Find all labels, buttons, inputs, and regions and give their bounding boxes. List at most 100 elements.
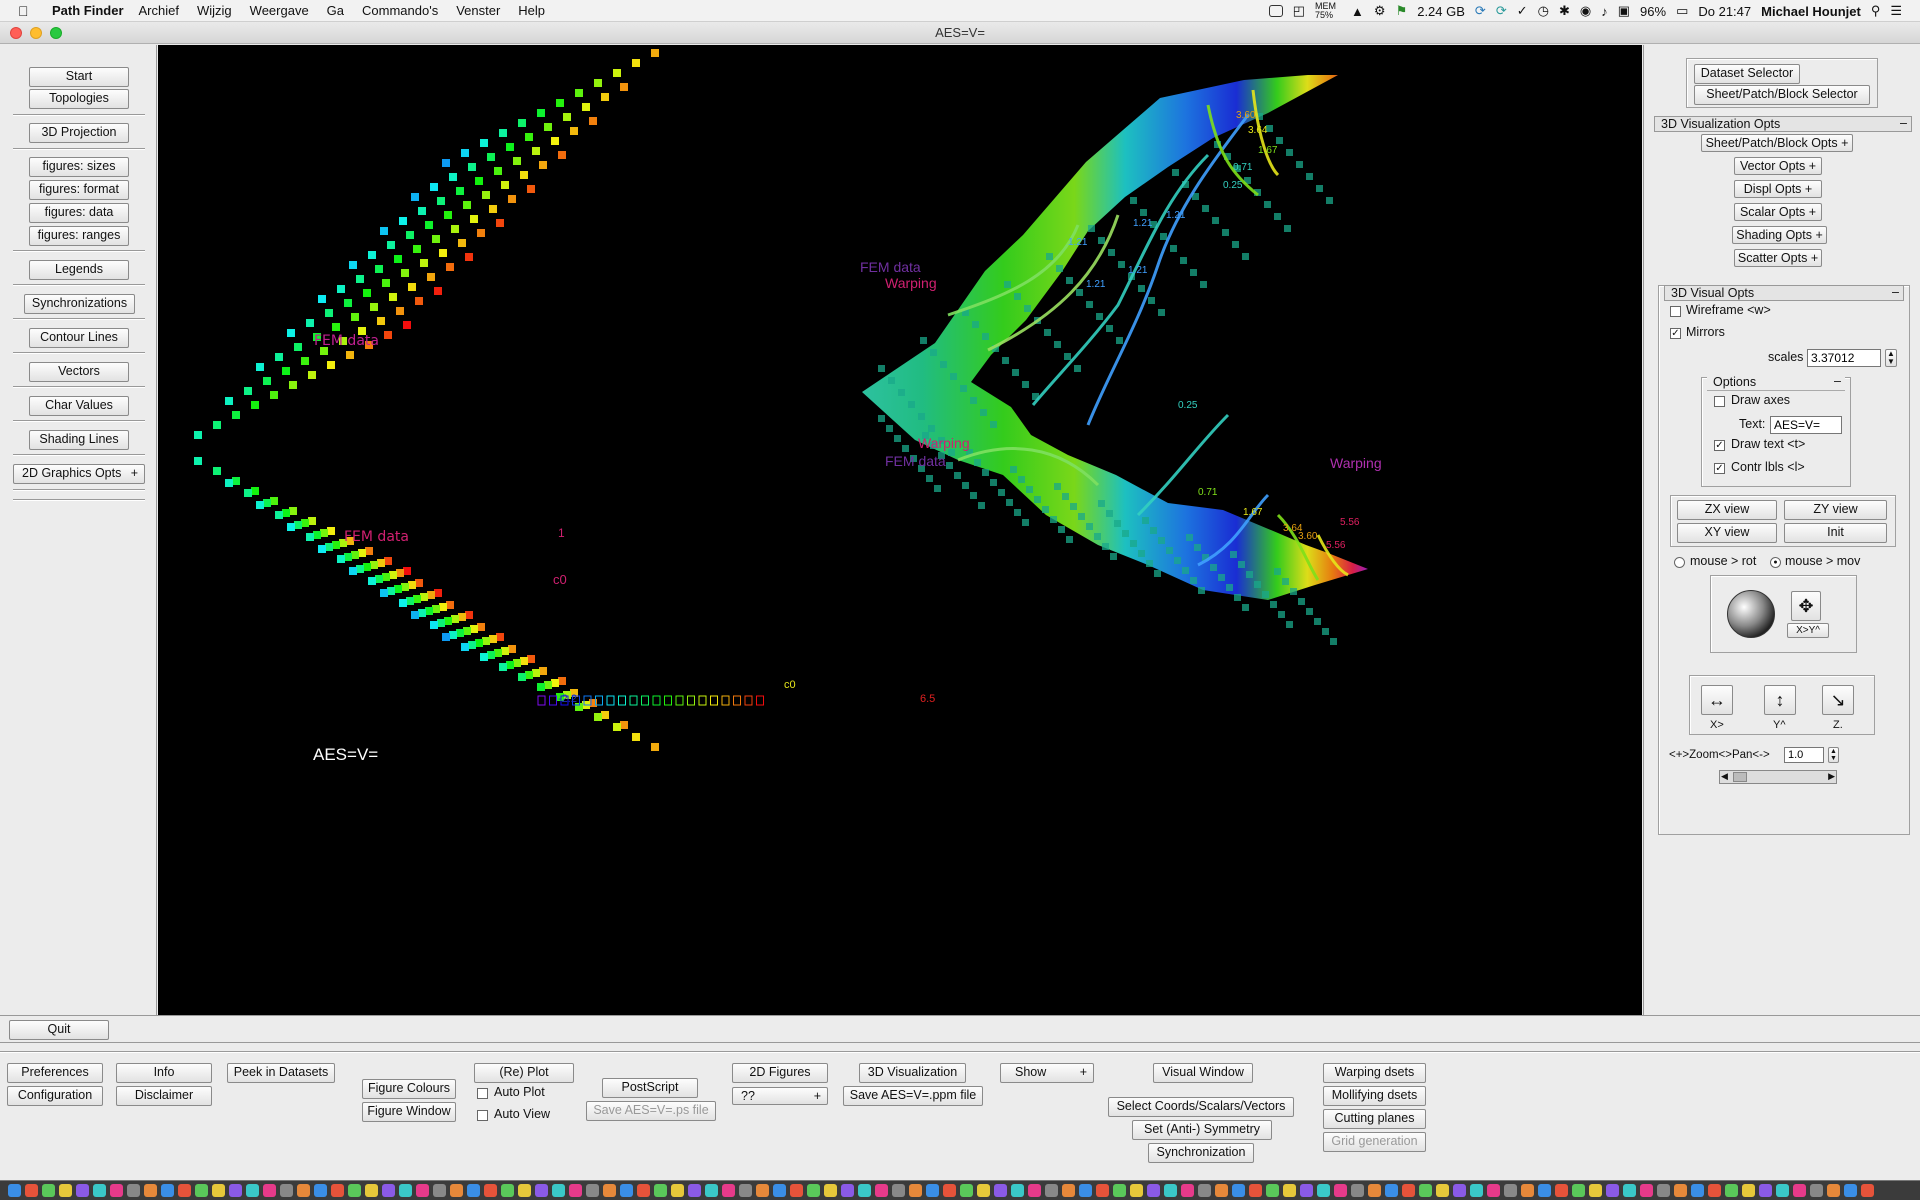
figure-colours-button[interactable]: Figure Colours — [362, 1079, 456, 1099]
dock-app-icon[interactable] — [1113, 1184, 1126, 1197]
qq-dropdown[interactable]: ?? + — [732, 1087, 828, 1105]
dock-app-icon[interactable] — [1844, 1184, 1857, 1197]
text-input[interactable] — [1770, 416, 1842, 434]
pan-scrollbar[interactable]: ◀ ▶ — [1719, 770, 1837, 784]
dock-app-icon[interactable] — [127, 1184, 140, 1197]
vector-opts-button[interactable]: Vector Opts + — [1734, 157, 1822, 175]
dock-app-icon[interactable] — [909, 1184, 922, 1197]
y-axis-button[interactable]: ↕ — [1764, 685, 1796, 715]
vectors-button[interactable]: Vectors — [29, 362, 129, 382]
dock-app-icon[interactable] — [637, 1184, 650, 1197]
quit-button[interactable]: Quit — [9, 1020, 109, 1040]
auto-plot-checkbox[interactable] — [477, 1088, 488, 1099]
dock-app-icon[interactable] — [1266, 1184, 1279, 1197]
options-header[interactable]: Options – — [1707, 374, 1845, 391]
dock-app-icon[interactable] — [1827, 1184, 1840, 1197]
dock-app-icon[interactable] — [195, 1184, 208, 1197]
dock-app-icon[interactable] — [943, 1184, 956, 1197]
dock-app-icon[interactable] — [858, 1184, 871, 1197]
visualization-3d-button[interactable]: 3D Visualization — [859, 1063, 966, 1083]
dock-app-icon[interactable] — [484, 1184, 497, 1197]
volume-icon[interactable]: ♪ — [1601, 4, 1608, 19]
dock-app-icon[interactable] — [807, 1184, 820, 1197]
dock-app-icon[interactable] — [450, 1184, 463, 1197]
zoom-stepper[interactable]: ▲ ▼ — [1828, 747, 1839, 763]
dock-app-icon[interactable] — [178, 1184, 191, 1197]
clock[interactable]: Do 21:47 — [1698, 4, 1751, 19]
shading-lines-button[interactable]: Shading Lines — [29, 430, 129, 450]
warning-icon[interactable]: ▲ — [1351, 4, 1364, 19]
visual-window-button[interactable]: Visual Window — [1153, 1063, 1253, 1083]
sheet-selector-button[interactable]: Sheet/Patch/Block Selector — [1694, 85, 1870, 105]
display-icon[interactable]: ▣ — [1618, 3, 1630, 19]
projection-3d-button[interactable]: 3D Projection — [29, 123, 129, 143]
dock-app-icon[interactable] — [569, 1184, 582, 1197]
dataset-selector-button[interactable]: Dataset Selector — [1694, 64, 1800, 84]
figures-data-button[interactable]: figures: data — [29, 203, 129, 223]
dock-app-icon[interactable] — [1674, 1184, 1687, 1197]
dock-app-icon[interactable] — [42, 1184, 55, 1197]
dock-app-icon[interactable] — [1708, 1184, 1721, 1197]
dock-app-icon[interactable] — [603, 1184, 616, 1197]
dock-app-icon[interactable] — [1521, 1184, 1534, 1197]
dock-app-icon[interactable] — [1453, 1184, 1466, 1197]
dock-app-icon[interactable] — [1283, 1184, 1296, 1197]
dock-app-icon[interactable] — [8, 1184, 21, 1197]
dock-app-icon[interactable] — [416, 1184, 429, 1197]
flag-icon[interactable]: ⚑ — [1396, 3, 1408, 19]
contour-lines-button[interactable]: Contour Lines — [29, 328, 129, 348]
vis-opts-header[interactable]: 3D Visualization Opts – — [1654, 116, 1912, 132]
wifi-status-icon[interactable]: ◰ — [1293, 3, 1305, 19]
search-icon[interactable]: ⚲ — [1871, 3, 1881, 19]
draw-axes-checkbox[interactable] — [1714, 396, 1725, 407]
dock-app-icon[interactable] — [1334, 1184, 1347, 1197]
dock-app-icon[interactable] — [1181, 1184, 1194, 1197]
dock-app-icon[interactable] — [518, 1184, 531, 1197]
apple-icon[interactable]:  — [18, 3, 38, 19]
warping-dsets-button[interactable]: Warping dsets — [1323, 1063, 1426, 1083]
dock-app-icon[interactable] — [1504, 1184, 1517, 1197]
topologies-button[interactable]: Topologies — [29, 89, 129, 109]
notification-list-icon[interactable]: ☰ — [1890, 3, 1902, 19]
figure-window-button[interactable]: Figure Window — [362, 1102, 456, 1122]
figures-sizes-button[interactable]: figures: sizes — [29, 157, 129, 177]
check-icon[interactable]: ✓ — [1517, 3, 1528, 19]
contr-lbls-checkbox[interactable]: ✓ — [1714, 463, 1725, 474]
dock-app-icon[interactable] — [1725, 1184, 1738, 1197]
dock-app-icon[interactable] — [892, 1184, 905, 1197]
dock-app-icon[interactable] — [535, 1184, 548, 1197]
scales-input[interactable] — [1807, 349, 1881, 367]
dock-app-icon[interactable] — [93, 1184, 106, 1197]
dock-app-icon[interactable] — [1351, 1184, 1364, 1197]
dock-app-icon[interactable] — [1436, 1184, 1449, 1197]
visualization-canvas[interactable]: FEM data FEM data 1 c0 FEM data Warping … — [158, 45, 1642, 1015]
figures-2d-button[interactable]: 2D Figures — [732, 1063, 828, 1083]
dock-app-icon[interactable] — [1028, 1184, 1041, 1197]
dock-app-icon[interactable] — [1538, 1184, 1551, 1197]
dock-app-icon[interactable] — [586, 1184, 599, 1197]
dock-app-icon[interactable] — [722, 1184, 735, 1197]
dock-app-icon[interactable] — [671, 1184, 684, 1197]
xy-orient-button[interactable]: X>Y^ — [1787, 623, 1829, 638]
scatter-opts-button[interactable]: Scatter Opts + — [1734, 249, 1822, 267]
dock-app-icon[interactable] — [1147, 1184, 1160, 1197]
menu-venster[interactable]: Venster — [456, 3, 500, 18]
dock-app-icon[interactable] — [331, 1184, 344, 1197]
dock-app-icon[interactable] — [1623, 1184, 1636, 1197]
init-view-button[interactable]: Init — [1784, 523, 1887, 543]
shading-opts-button[interactable]: Shading Opts + — [1732, 226, 1827, 244]
wifi-icon[interactable]: ◉ — [1580, 3, 1591, 19]
dock-app-icon[interactable] — [263, 1184, 276, 1197]
zoom-input[interactable] — [1784, 747, 1824, 763]
dock-app-icon[interactable] — [790, 1184, 803, 1197]
auto-view-checkbox[interactable] — [477, 1110, 488, 1121]
dock-app-icon[interactable] — [467, 1184, 480, 1197]
app-status-icon[interactable] — [1268, 5, 1283, 17]
user-name[interactable]: Michael Hounjet — [1761, 4, 1861, 19]
select-coords-button[interactable]: Select Coords/Scalars/Vectors — [1108, 1097, 1294, 1117]
xy-view-button[interactable]: XY view — [1677, 523, 1777, 543]
dock-app-icon[interactable] — [1317, 1184, 1330, 1197]
disclaimer-button[interactable]: Disclaimer — [116, 1086, 212, 1106]
dock-app-icon[interactable] — [297, 1184, 310, 1197]
zx-view-button[interactable]: ZX view — [1677, 500, 1777, 520]
